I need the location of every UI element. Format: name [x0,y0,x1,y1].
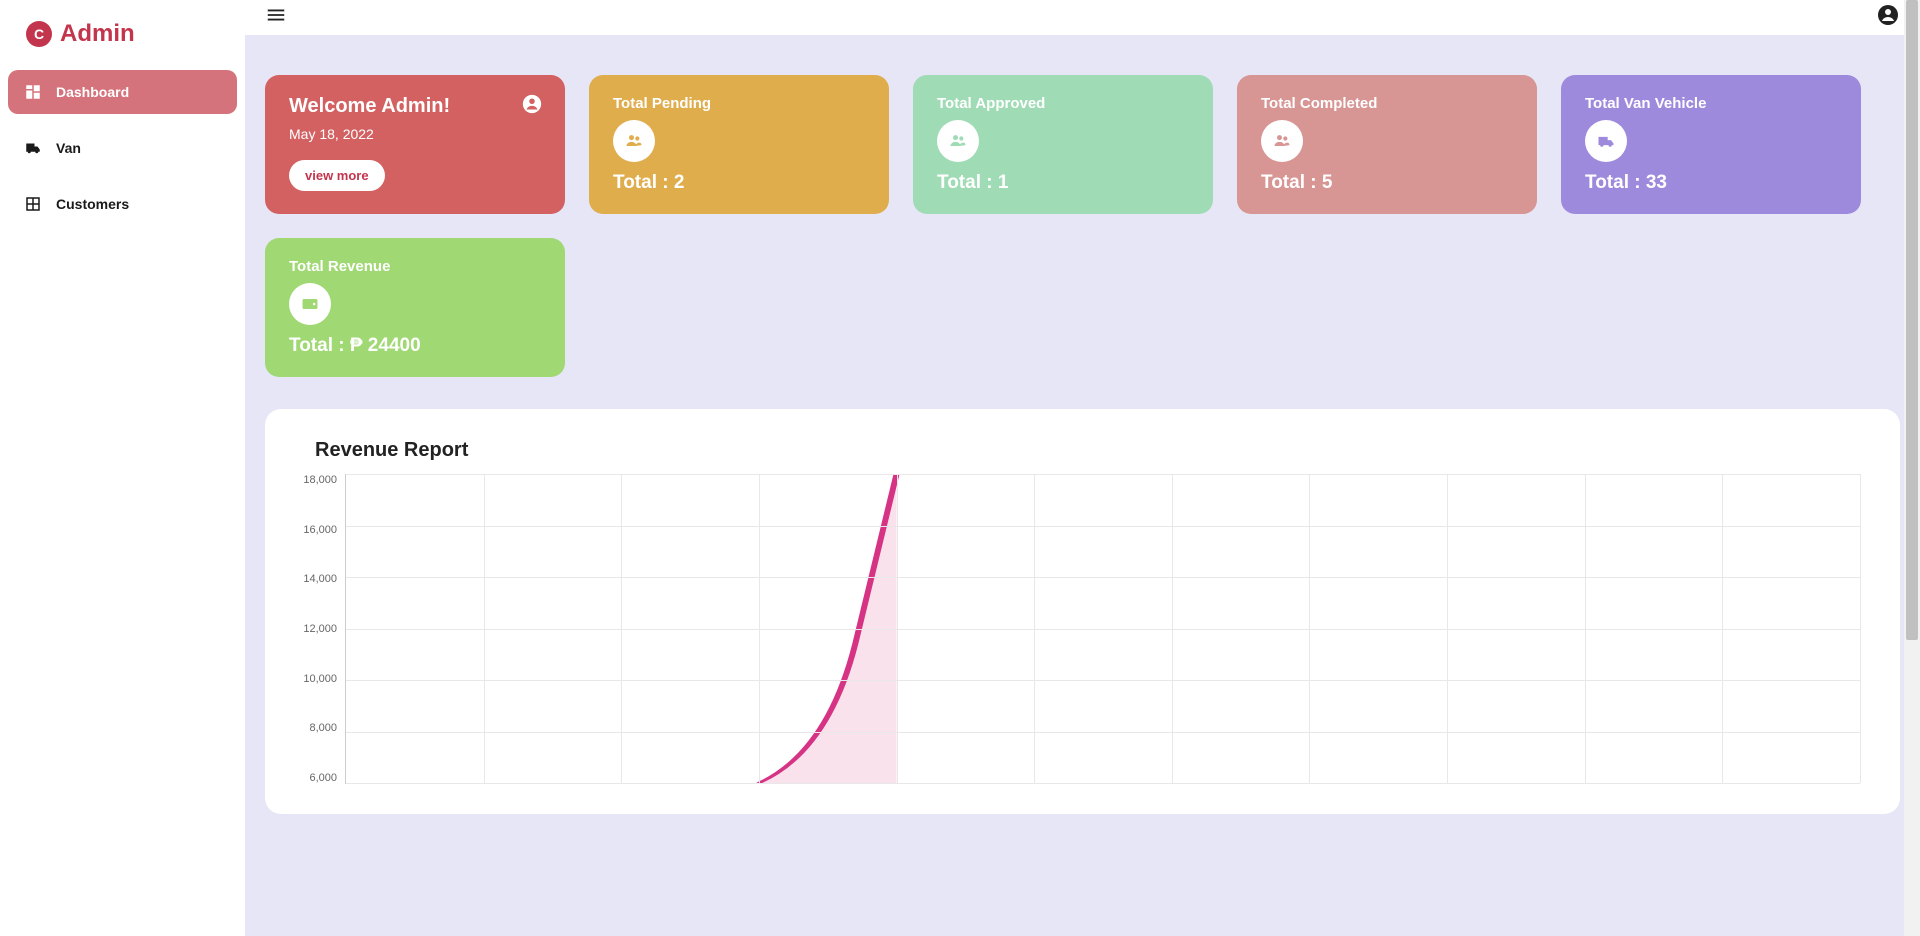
scrollbar-track[interactable] [1904,0,1920,936]
y-tick-label: 8,000 [309,722,337,734]
sidebar-item-van[interactable]: Van [8,126,237,170]
card-total: Total : 33 [1585,172,1837,194]
chart-panel: Revenue Report 18,00016,00014,00012,0001… [265,409,1900,814]
card-completed: Total Completed Total : 5 [1237,75,1537,214]
card-pending: Total Pending Total : 2 [589,75,889,214]
users-icon [613,120,655,162]
welcome-date: May 18, 2022 [289,126,541,142]
card-approved: Total Approved Total : 1 [913,75,1213,214]
y-tick-label: 14,000 [303,573,337,585]
dashboard-icon [24,83,42,101]
card-title: Total Pending [613,95,865,112]
card-van: Total Van Vehicle Total : 33 [1561,75,1861,214]
brand-logo: C Admin [8,20,237,70]
chart-area: 18,000 16,000 14,000 12,000 10,000 8,000 6,000 [305,474,1860,784]
sidebar-item-label: Dashboard [56,84,129,100]
sidebar-item-customers[interactable]: Customers [8,182,237,226]
card-title: Total Approved [937,95,1189,112]
brand-icon: C [26,21,52,47]
users-icon [1261,120,1303,162]
content-area: Welcome Admin! May 18, 2022 view more To… [245,35,1920,936]
users-icon [937,120,979,162]
sidebar-item-label: Customers [56,196,129,212]
y-tick-label: 6,000 [309,772,337,784]
chart-y-axis: 18,000 16,000 14,000 12,000 10,000 8,000 6,000 [305,474,345,784]
chart-plot [345,474,1860,784]
y-tick-label: 12,000 [303,623,337,635]
van-icon [1585,120,1627,162]
customers-icon [24,195,42,213]
brand-name: Admin [60,20,135,48]
card-title: Total Completed [1261,95,1513,112]
sidebar: C Admin Dashboard Van Customers [0,0,245,936]
welcome-title: Welcome Admin! [289,95,541,118]
view-more-button[interactable]: view more [289,160,385,191]
sidebar-item-dashboard[interactable]: Dashboard [8,70,237,114]
y-tick-label: 18,000 [303,474,337,486]
y-tick-label: 10,000 [303,673,337,685]
user-circle-icon [521,93,543,120]
card-total: Total : 2 [613,172,865,194]
card-total: Total : ₱ 24400 [289,335,541,357]
wallet-icon [289,283,331,325]
y-tick-label: 16,000 [303,524,337,536]
card-total: Total : 5 [1261,172,1513,194]
scrollbar-thumb[interactable] [1906,0,1918,640]
chart-title: Revenue Report [305,439,1860,462]
card-total: Total : 1 [937,172,1189,194]
sidebar-item-label: Van [56,140,81,156]
topbar [245,0,1920,35]
card-revenue: Total Revenue Total : ₱ 24400 [265,238,565,377]
card-title: Total Revenue [289,258,541,275]
hamburger-icon[interactable] [265,4,287,31]
van-icon [24,139,42,157]
card-welcome: Welcome Admin! May 18, 2022 view more [265,75,565,214]
card-title: Total Van Vehicle [1585,95,1837,112]
user-menu-icon[interactable] [1876,3,1900,32]
